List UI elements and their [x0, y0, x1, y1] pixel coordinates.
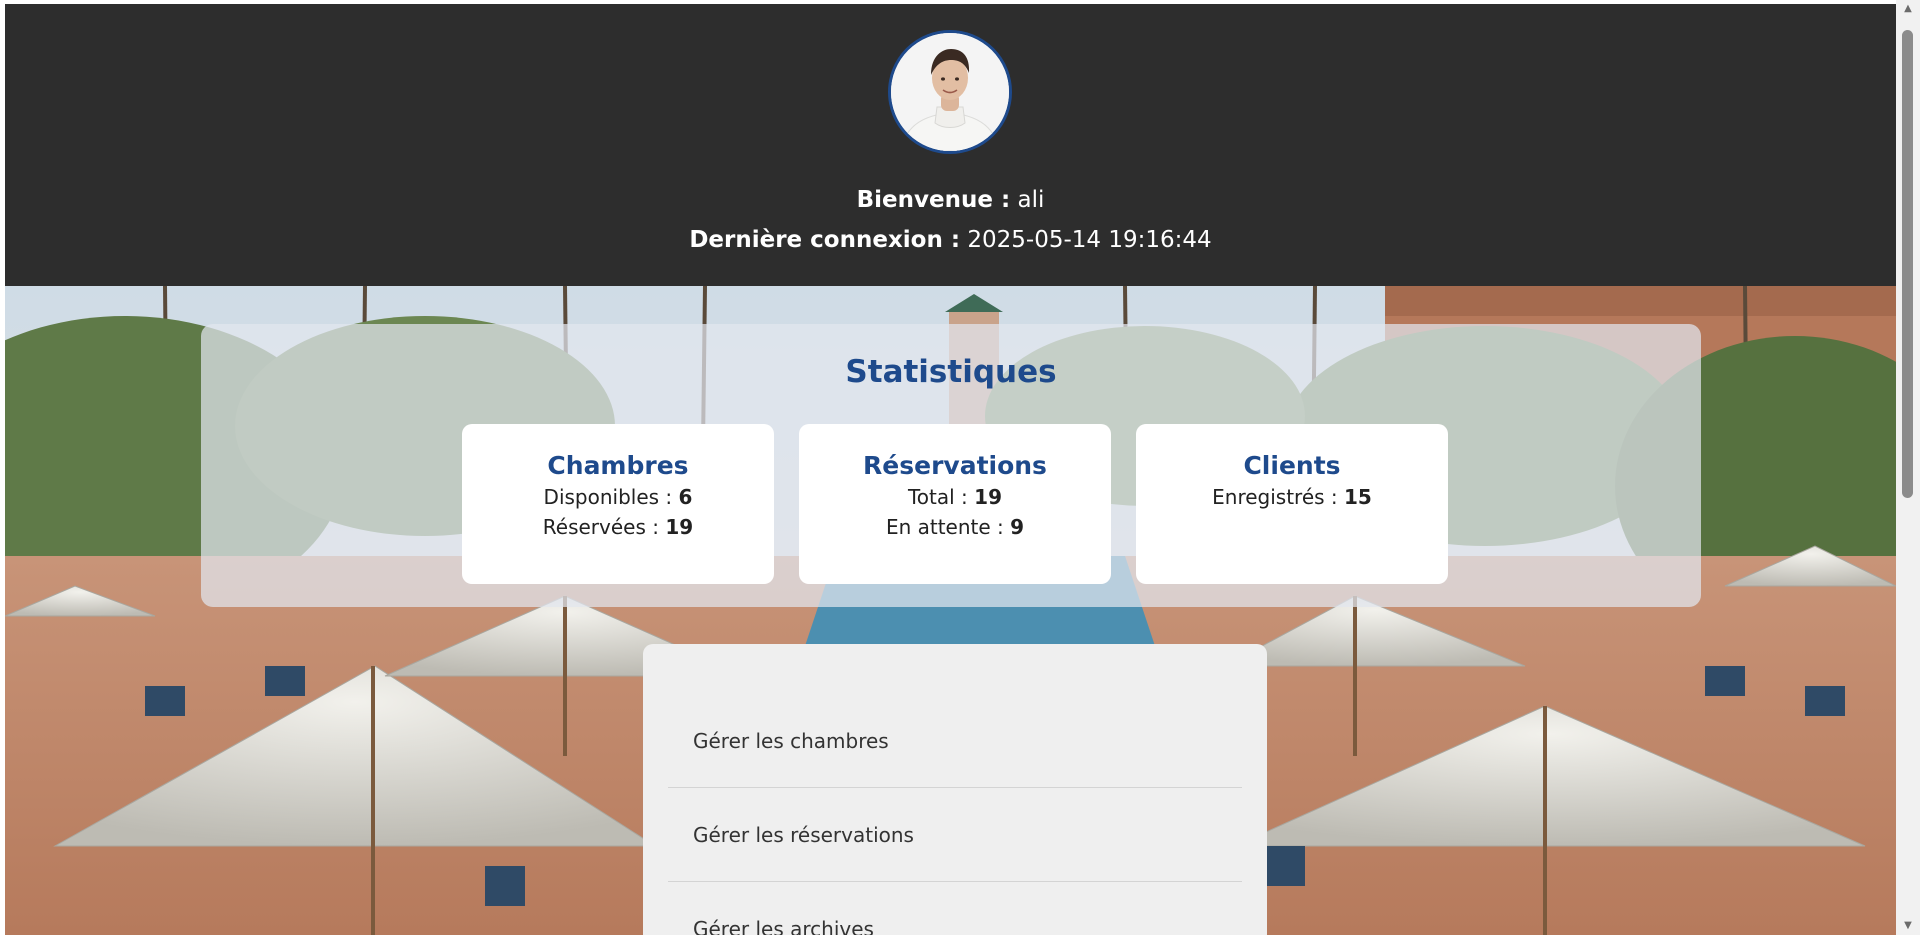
card-line: En attente : 9	[799, 512, 1111, 542]
statistics-title: Statistiques	[845, 354, 1057, 390]
stat-label: Réservées :	[542, 515, 659, 539]
stat-card-clients: Clients Enregistrés : 15	[1136, 424, 1448, 584]
stat-card-rooms: Chambres Disponibles : 6 Réservées : 19	[462, 424, 774, 584]
avatar	[888, 30, 1012, 154]
card-line: Total : 19	[799, 482, 1111, 512]
scrollbar-thumb[interactable]	[1902, 30, 1913, 498]
stat-value: 19	[665, 515, 694, 539]
page-frame: Bienvenue : ali Dernière connexion : 202…	[5, 4, 1896, 935]
last-login-value: 2025-05-14 19:16:44	[967, 227, 1212, 253]
stat-value: 9	[1010, 515, 1025, 539]
last-login-line: Dernière connexion : 2025-05-14 19:16:44	[5, 225, 1896, 255]
card-line: Réservées : 19	[462, 512, 774, 542]
avatar-portrait	[891, 33, 1009, 151]
stat-label: Enregistrés :	[1212, 485, 1338, 509]
profile-header: Bienvenue : ali Dernière connexion : 202…	[5, 4, 1896, 286]
username: ali	[1017, 187, 1045, 213]
card-title: Réservations	[863, 451, 1047, 480]
card-title: Clients	[1243, 451, 1341, 480]
stat-card-reservations: Réservations Total : 19 En attente : 9	[799, 424, 1111, 584]
welcome-label: Bienvenue :	[856, 187, 1011, 213]
vertical-scrollbar[interactable]: ▲ ▼	[1896, 0, 1920, 935]
card-line: Disponibles : 6	[462, 482, 774, 512]
card-title: Chambres	[547, 451, 689, 480]
stat-value: 19	[974, 485, 1002, 509]
menu-item-manage-reservations[interactable]: Gérer les réservations	[668, 788, 1242, 882]
menu-item-manage-rooms[interactable]: Gérer les chambres	[668, 694, 1242, 788]
arrow-up-icon[interactable]: ▲	[1896, 0, 1920, 18]
stat-value: 6	[678, 485, 693, 509]
card-line: Enregistrés : 15	[1136, 482, 1448, 512]
arrow-down-icon[interactable]: ▼	[1896, 917, 1920, 935]
menu-item-manage-archives[interactable]: Gérer les archives	[668, 882, 1242, 935]
stat-label: En attente :	[885, 515, 1004, 539]
statistics-panel: Statistiques Chambres Disponibles : 6 Ré…	[201, 324, 1701, 607]
last-login-label: Dernière connexion :	[689, 227, 961, 253]
welcome-line: Bienvenue : ali	[5, 185, 1896, 215]
stat-value: 15	[1344, 485, 1372, 509]
admin-menu: Gérer les chambres Gérer les réservation…	[643, 644, 1267, 935]
stat-label: Total :	[907, 485, 968, 509]
stat-label: Disponibles :	[543, 485, 673, 509]
